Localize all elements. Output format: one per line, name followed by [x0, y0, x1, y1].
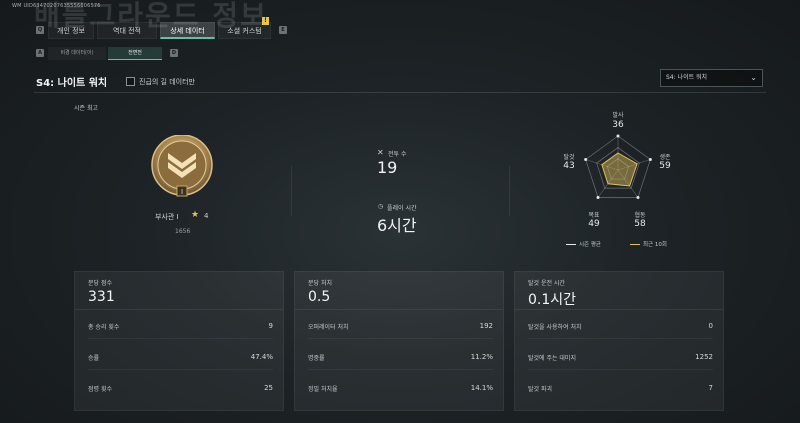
- score-panel: 분당 점수 331 총 승리 횟수 9 승률 47.4% 점령 횟수 25: [74, 271, 284, 411]
- row-value: 192: [479, 322, 493, 330]
- panel-divider: [515, 309, 723, 310]
- legend-recent-10: 최근 10회: [630, 240, 667, 248]
- legend-line-season: [566, 244, 576, 245]
- tab-profile[interactable]: 개인 정보: [48, 22, 94, 39]
- subtab-prev-key[interactable]: A: [36, 49, 44, 57]
- legend-recent-label: 최근 10회: [643, 242, 667, 248]
- row-label: 정밀 처치율: [308, 386, 338, 393]
- panel-value: 0.5: [308, 289, 331, 305]
- notification-badge: !: [262, 17, 269, 25]
- subtab-all-out-warfare[interactable]: 전면전: [108, 47, 162, 60]
- rank-points: 1656: [175, 228, 191, 235]
- panel-title: 탈것 운전 시간: [528, 280, 565, 287]
- row-label: 총 승리 횟수: [88, 324, 120, 331]
- header-divider: [34, 92, 766, 93]
- panel-value: 0.1시간: [528, 292, 577, 308]
- crossed-swords-icon: ✕: [377, 148, 384, 157]
- panel-row: 점령 횟수 25: [88, 375, 273, 401]
- panel-row: 오퍼레이터 처치 192: [308, 313, 493, 339]
- radar-value-objective: 49: [588, 219, 600, 229]
- panel-divider: [295, 309, 503, 310]
- main-tabs: 개인 정보 역대 전적 상세 데이터 소셜 커스텀: [34, 22, 286, 39]
- panel-row: 탈것 파괴 7: [528, 375, 713, 401]
- divider-left: [291, 166, 292, 216]
- panel-row: 명중률 11.2%: [308, 344, 493, 370]
- legend-season-label: 시즌 평균: [579, 242, 601, 248]
- panel-title: 분당 점수: [88, 280, 112, 287]
- season-title: S4: 나이트 워치: [36, 78, 108, 89]
- radar-value-fire: 36: [612, 120, 624, 130]
- divider-right: [509, 166, 510, 216]
- row-label: 승률: [88, 355, 100, 362]
- radar-label-objective: 목표: [588, 212, 600, 219]
- radar-label-survival: 생존: [659, 154, 671, 161]
- radar-label-vehicle: 탈것: [563, 154, 575, 161]
- row-label: 점령 횟수: [88, 386, 112, 393]
- radar-value-survival: 59: [659, 161, 671, 171]
- panel-title: 분당 처치: [308, 280, 332, 287]
- tab-detailed-data[interactable]: 상세 데이터: [160, 22, 215, 39]
- panel-row: 정밀 처치율 14.1%: [308, 375, 493, 401]
- battles-label: 전투 수: [388, 151, 407, 158]
- row-label: 명중률: [308, 355, 325, 362]
- radar-axis-dot: [596, 196, 600, 200]
- rank-badge-numeral: I: [181, 188, 183, 196]
- row-value: 47.4%: [250, 353, 273, 361]
- panel-row: 탈것을 사용하여 처치 0: [528, 313, 713, 339]
- row-value: 25: [264, 384, 273, 392]
- legend-season-average: 시즌 평균: [566, 240, 601, 248]
- tab-next-key[interactable]: E: [279, 26, 287, 34]
- promotion-only-label[interactable]: 진급의 길 데이터만: [139, 77, 195, 87]
- panel-row: 승률 47.4%: [88, 344, 273, 370]
- panel-divider: [75, 309, 283, 310]
- rank-level: 4: [204, 212, 209, 220]
- season-select-value: S4: 나이트 워치: [666, 74, 708, 81]
- promotion-only-checkbox[interactable]: [126, 77, 135, 86]
- panel-value: 331: [88, 289, 115, 305]
- tab-history[interactable]: 역대 전적: [97, 22, 157, 39]
- panel-row: 총 승리 횟수 9: [88, 313, 273, 339]
- season-select[interactable]: S4: 나이트 워치 ⌄: [660, 69, 763, 87]
- row-label: 탈것 파괴: [528, 386, 552, 393]
- radar-label-fire: 발사: [612, 112, 624, 119]
- kills-panel: 분당 처치 0.5 오퍼레이터 처치 192 명중률 11.2% 정밀 처치율 14.…: [294, 271, 504, 411]
- chevron-down-icon: ⌄: [750, 73, 757, 82]
- radar-axis-dot: [636, 196, 640, 200]
- row-value: 7: [708, 384, 713, 392]
- row-label: 탈것에 주는 대미지: [528, 355, 576, 362]
- clock-icon: ◷: [378, 203, 384, 210]
- rank-medal-icon: I: [151, 135, 213, 197]
- row-value: 9: [268, 322, 273, 330]
- row-label: 탈것을 사용하여 처치: [528, 324, 582, 331]
- star-icon: ★: [191, 210, 200, 220]
- playtime-label: 플레이 시간: [387, 205, 417, 212]
- radar-axis-dot: [616, 134, 620, 138]
- playtime-value: 6시간: [377, 216, 417, 235]
- subtab-secret-data[interactable]: 비경 데이터(이): [48, 47, 106, 60]
- subtab-next-key[interactable]: D: [170, 49, 178, 57]
- panel-row: 탈것에 주는 대미지 1252: [528, 344, 713, 370]
- vehicle-panel: 탈것 운전 시간 0.1시간 탈것을 사용하여 처치 0 탈것에 주는 대미지 12…: [514, 271, 724, 411]
- battles-value: 19: [377, 158, 398, 177]
- row-value: 0: [708, 322, 713, 330]
- season-best-label: 시즌 최고: [74, 105, 98, 112]
- row-value: 11.2%: [470, 353, 493, 361]
- legend-line-recent: [630, 244, 640, 245]
- radar-value-teamwork: 58: [634, 219, 646, 229]
- radar-label-teamwork: 협동: [634, 212, 646, 219]
- row-value: 1252: [695, 353, 713, 361]
- radar-axis-dot: [584, 157, 588, 161]
- row-value: 14.1%: [470, 384, 493, 392]
- row-label: 오퍼레이터 처치: [308, 324, 349, 331]
- radar-value-vehicle: 43: [563, 161, 575, 171]
- radar-chart: [584, 134, 652, 200]
- rank-name: 부사관 I: [155, 213, 179, 221]
